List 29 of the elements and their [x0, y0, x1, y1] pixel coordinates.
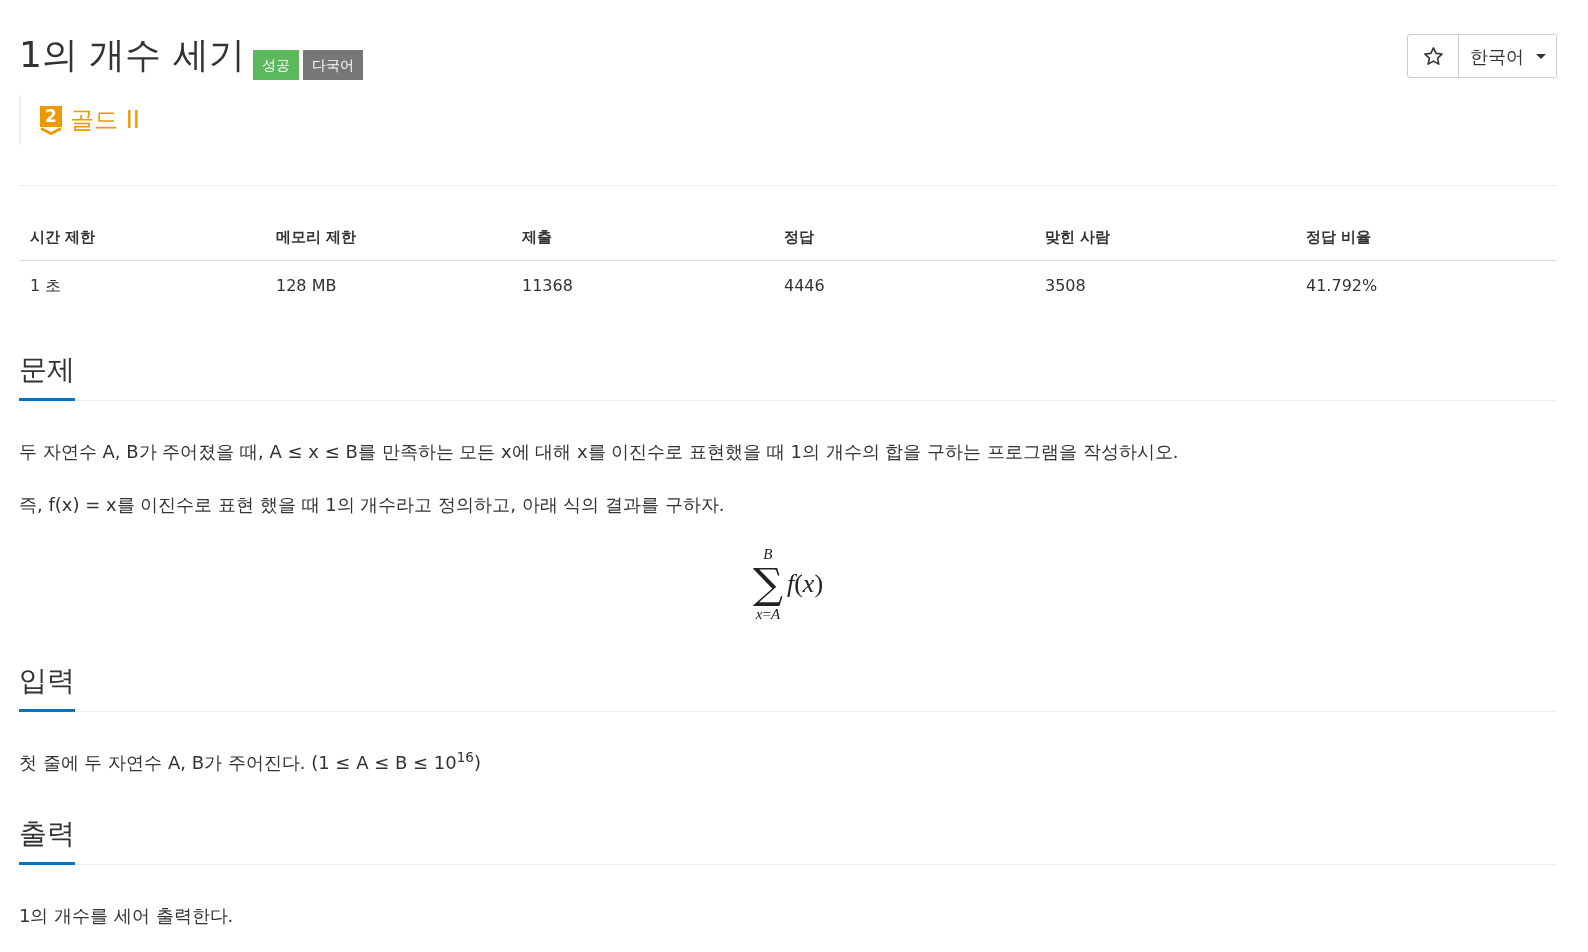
language-dropdown[interactable]: 한국어 — [1458, 34, 1557, 78]
status-label: 성공 — [252, 50, 299, 80]
star-button[interactable] — [1407, 34, 1459, 78]
table-cell-text: 1 초 — [30, 275, 62, 297]
column-header: 메모리 제한 — [276, 226, 357, 248]
problem-text: 1의 개수를 세어 출력한다. — [19, 904, 235, 928]
table-cell-text: 3508 — [1045, 275, 1086, 297]
column-header: 정답 — [784, 226, 814, 248]
table-cell-text: 41.792% — [1306, 275, 1378, 297]
problem-title: 1의 개수 세기 — [19, 33, 245, 77]
column-header: 제출 — [522, 226, 552, 248]
chevron-icon — [40, 126, 62, 135]
column-header: 맞힌 사람 — [1045, 226, 1111, 248]
column-header: 정답 비율 — [1306, 226, 1372, 248]
problem-text: 즉, f(x) = x를 이진수로 표현 했을 때 1의 개수라고 정의하고, 아래 식의 결과를 구하자. — [19, 493, 726, 517]
tier-name: 골드 II — [70, 105, 140, 135]
table-cell-text: 4446 — [784, 275, 825, 297]
column-header: 시간 제한 — [30, 226, 96, 248]
problem-text: 첫 줄에 두 자연수 A, B가 주어진다. (1 ≤ A ≤ B ≤ 10$^{16}$) — [19, 748, 482, 775]
section-heading: 입력 — [19, 663, 75, 712]
status-label: 다국어 — [302, 50, 363, 80]
problem-text: 두 자연수 A, B가 주어졌을 때, A ≤ x ≤ B를 만족하는 모든 x에 대해 x를 이진수로 표현했을 때 1의 개수의 합을 구하는 프로그램을 작성하시오. — [19, 440, 1180, 464]
summation-formula: B ∑ x=A f(x) — [752, 546, 824, 622]
section-heading: 출력 — [19, 816, 75, 865]
section-heading: 문제 — [19, 352, 75, 401]
tier-badge: 2 — [40, 105, 62, 127]
table-cell-text: 11368 — [522, 275, 573, 297]
table-cell-text: 128 MB — [276, 275, 337, 297]
caret-icon — [1536, 53, 1546, 59]
